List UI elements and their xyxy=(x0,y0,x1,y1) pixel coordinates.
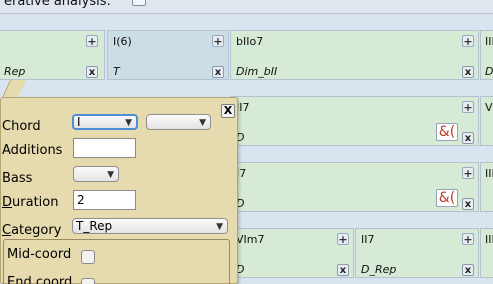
chord-function: D xyxy=(485,65,493,78)
add-button[interactable]: + xyxy=(337,233,349,245)
chord-cell[interactable]: III xyxy=(480,228,493,278)
chevron-down-icon: ▼ xyxy=(125,118,132,128)
add-button[interactable]: + xyxy=(212,35,224,47)
chord-function: Dim_bII xyxy=(236,65,278,78)
category-label-rest: ategory xyxy=(11,223,62,238)
remove-button[interactable]: x xyxy=(462,132,474,144)
chord-name: III xyxy=(485,233,493,246)
analysis-title: erative analysis: xyxy=(4,0,111,9)
remove-button[interactable]: x xyxy=(86,66,98,78)
chord-quality-select[interactable]: ▼ xyxy=(146,114,211,130)
additions-input[interactable] xyxy=(73,138,136,158)
duration-label: Duration xyxy=(2,195,58,210)
chord-cell[interactable]: I(6) + T x xyxy=(107,30,229,80)
bass-label: Bass xyxy=(2,171,33,186)
add-button[interactable]: + xyxy=(462,167,474,179)
chord-name: III xyxy=(485,167,493,180)
coord-group: Mid-coord End coord xyxy=(3,239,230,284)
chord-function: D_Rep xyxy=(361,263,397,276)
category-select-value: T_Rep xyxy=(76,219,113,233)
chord-name: VIm7 xyxy=(236,233,265,246)
add-button[interactable]: + xyxy=(462,101,474,113)
endcoord-label: End coord xyxy=(7,275,73,284)
chord-select[interactable]: I ▼ xyxy=(72,114,138,130)
chord-name: III xyxy=(485,35,493,48)
close-button[interactable]: X xyxy=(221,104,235,118)
midcoord-label: Mid-coord xyxy=(7,247,72,262)
category-select[interactable]: T_Rep ▼ xyxy=(72,218,228,234)
category-accesskey: C xyxy=(2,223,12,238)
add-button[interactable]: + xyxy=(86,35,98,47)
remove-button[interactable]: x xyxy=(337,264,349,276)
duration-accesskey: D xyxy=(2,195,13,210)
chevron-down-icon: ▼ xyxy=(199,118,206,128)
chord-cell[interactable]: I7 + D &( x xyxy=(230,162,479,212)
chord-name: II7 xyxy=(236,101,250,114)
endcoord-checkbox[interactable] xyxy=(81,278,95,284)
chord-name: V xyxy=(485,101,493,114)
chord-function: T xyxy=(113,65,120,78)
analysis-header: erative analysis: xyxy=(0,0,493,14)
chord-select-value: I xyxy=(77,115,81,129)
chord-cell[interactable]: V xyxy=(480,96,493,146)
midcoord-checkbox[interactable] xyxy=(81,250,95,264)
add-button[interactable]: + xyxy=(462,233,474,245)
duration-input[interactable]: 2 xyxy=(73,190,136,210)
chord-cell[interactable]: VIm7 + D x xyxy=(230,228,354,278)
bass-select[interactable]: ▼ xyxy=(73,166,119,182)
analysis-checkbox[interactable] xyxy=(132,0,146,6)
remove-button[interactable]: x xyxy=(462,264,474,276)
chord-cell[interactable]: III D xyxy=(480,30,493,80)
amp-button[interactable]: &( xyxy=(436,189,458,207)
remove-button[interactable]: x xyxy=(462,198,474,210)
chord-cell[interactable]: II7 + D_Rep x xyxy=(355,228,479,278)
chord-cell[interactable]: + Rep x xyxy=(0,30,105,80)
add-button[interactable]: + xyxy=(462,35,474,47)
duration-label-rest: uration xyxy=(12,195,59,210)
remove-button[interactable]: x xyxy=(212,66,224,78)
chord-label: Chord xyxy=(2,119,41,134)
chevron-down-icon: ▼ xyxy=(216,222,223,232)
chord-name: I(6) xyxy=(113,35,132,48)
chord-name: II7 xyxy=(361,233,375,246)
additions-label: Additions xyxy=(2,143,63,158)
chord-editor-popup: X Chord I ▼ ▼ Additions Bass ▼ Duration … xyxy=(0,97,238,284)
amp-button[interactable]: &( xyxy=(436,123,458,141)
chord-cell[interactable]: II7 + D &( x xyxy=(230,96,479,146)
chord-cell[interactable]: bIIo7 + Dim_bII x xyxy=(230,30,479,80)
chevron-down-icon: ▼ xyxy=(107,170,114,180)
chord-name: bIIo7 xyxy=(236,35,264,48)
chord-function: Rep xyxy=(4,65,26,78)
chord-cell[interactable]: III xyxy=(480,162,493,212)
category-label: Category xyxy=(2,223,61,238)
remove-button[interactable]: x xyxy=(462,66,474,78)
